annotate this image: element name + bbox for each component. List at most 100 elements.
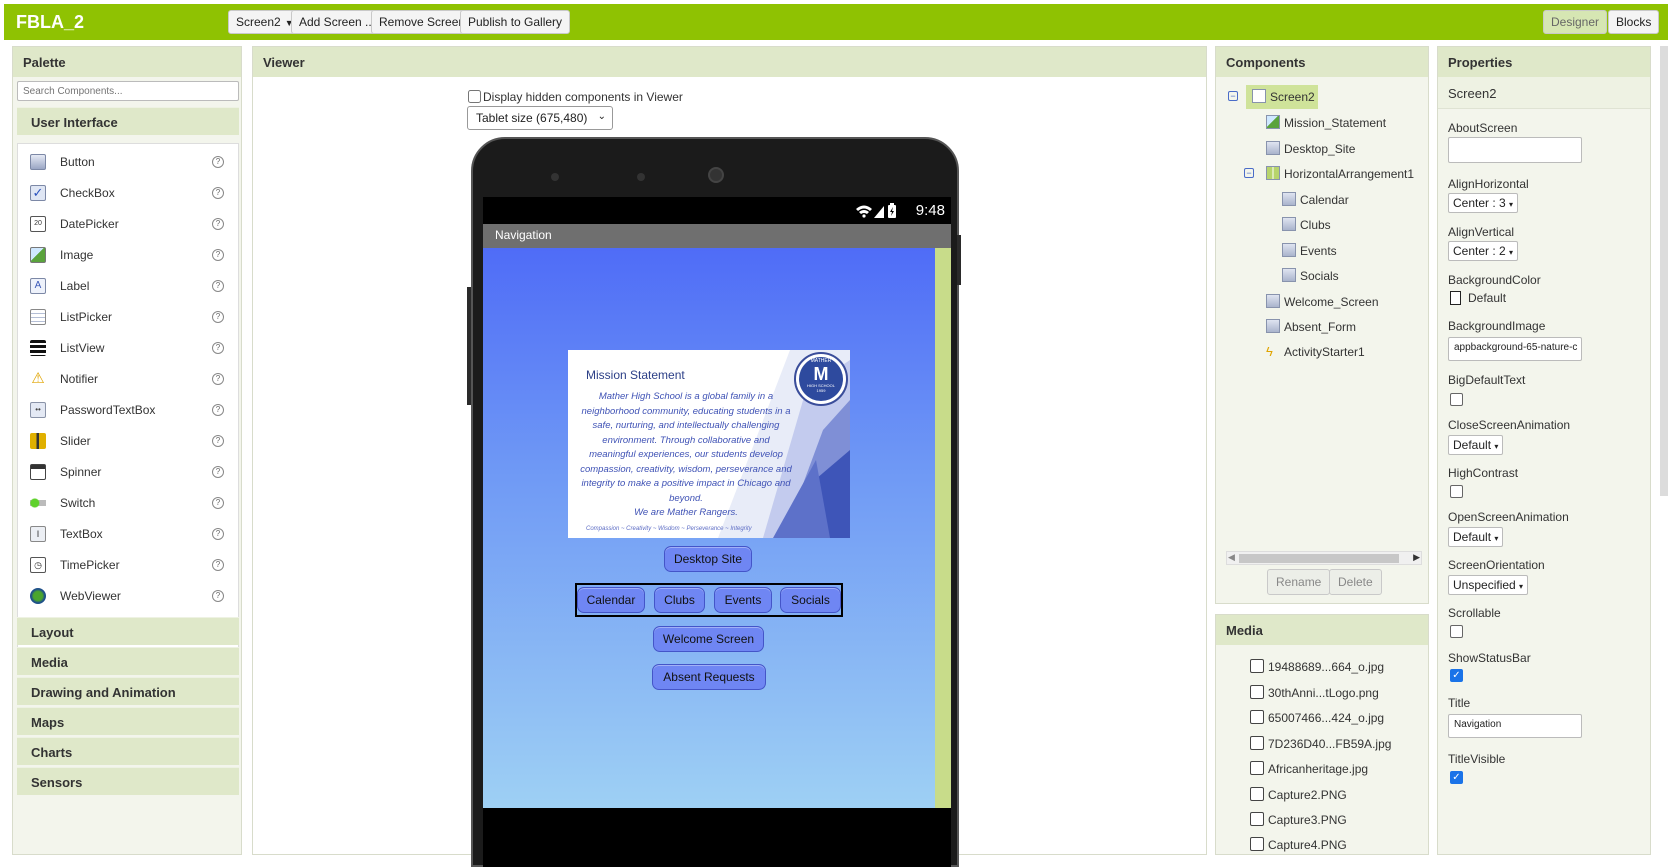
media-item[interactable]: 7D236D40...FB59A.jpg: [1250, 736, 1391, 751]
events-button[interactable]: Events: [714, 587, 772, 613]
highcontrast-checkbox[interactable]: [1450, 485, 1463, 498]
palette-item-spinner[interactable]: Spinner ?: [18, 458, 238, 489]
palette-item-image[interactable]: Image ?: [18, 241, 238, 272]
palette-item-button[interactable]: Button ?: [18, 148, 238, 179]
palette-item-timepicker[interactable]: ◷ TimePicker ?: [18, 551, 238, 582]
help-icon[interactable]: ?: [212, 187, 224, 199]
help-icon[interactable]: ?: [212, 249, 224, 261]
palette-item-listpicker[interactable]: ListPicker ?: [18, 303, 238, 334]
tree-mission-statement[interactable]: Mission_Statement: [1266, 115, 1386, 130]
palette-item-textbox[interactable]: I TextBox ?: [18, 520, 238, 551]
designer-button[interactable]: Designer: [1543, 10, 1608, 34]
palette-item-webviewer[interactable]: WebViewer ?: [18, 582, 238, 613]
backgroundimage-field[interactable]: appbackground-65-nature-c: [1448, 337, 1582, 361]
scrollable-checkbox[interactable]: [1450, 625, 1463, 638]
closescreenanimation-select[interactable]: Default ▾: [1448, 435, 1504, 455]
palette-item-slider[interactable]: Slider ?: [18, 427, 238, 458]
absent-requests-button[interactable]: Absent Requests: [652, 664, 766, 690]
scroll-thumb[interactable]: [1239, 554, 1399, 563]
showstatusbar-checkbox[interactable]: ✓: [1450, 669, 1463, 682]
help-icon[interactable]: ?: [212, 435, 224, 447]
help-icon[interactable]: ?: [212, 218, 224, 230]
tree-clubs[interactable]: Clubs: [1282, 217, 1331, 232]
screenorientation-select[interactable]: Unspecified ▾: [1448, 575, 1529, 595]
palette-item-label[interactable]: A Label ?: [18, 272, 238, 303]
socials-button[interactable]: Socials: [780, 587, 841, 613]
components-hscrollbar[interactable]: ◀ ▶: [1226, 551, 1422, 565]
openscreenanimation-select[interactable]: Default ▾: [1448, 527, 1504, 547]
tree-socials[interactable]: Socials: [1282, 268, 1339, 283]
aboutscreen-textarea[interactable]: [1448, 137, 1582, 163]
delete-button[interactable]: Delete: [1329, 569, 1382, 595]
alignvertical-select[interactable]: Center : 2 ▾: [1448, 241, 1519, 261]
media-item[interactable]: Capture2.PNG: [1250, 787, 1347, 802]
palette-item-listview[interactable]: ListView ?: [18, 334, 238, 365]
alignhorizontal-select[interactable]: Center : 3 ▾: [1448, 193, 1519, 213]
palette-item-switch[interactable]: Switch ?: [18, 489, 238, 520]
publish-gallery-button[interactable]: Publish to Gallery: [460, 10, 571, 34]
help-icon[interactable]: ?: [212, 404, 224, 416]
help-icon[interactable]: ?: [212, 528, 224, 540]
help-icon[interactable]: ?: [212, 497, 224, 509]
tree-welcome-screen[interactable]: Welcome_Screen: [1266, 294, 1379, 309]
media-item[interactable]: 65007466...424_o.jpg: [1250, 710, 1384, 725]
tree-screen2[interactable]: Screen2: [1252, 89, 1315, 104]
backgroundcolor-value[interactable]: Default: [1468, 291, 1506, 305]
remove-screen-button[interactable]: Remove Screen: [371, 10, 474, 34]
palette-item-datepicker[interactable]: 20 DatePicker ?: [18, 210, 238, 241]
category-sensors[interactable]: Sensors: [17, 767, 239, 795]
display-hidden-checkbox[interactable]: [468, 90, 481, 103]
help-icon[interactable]: ?: [212, 342, 224, 354]
help-icon[interactable]: ?: [212, 559, 224, 571]
category-maps[interactable]: Maps: [17, 707, 239, 735]
palette-item-checkbox[interactable]: ✓ CheckBox ?: [18, 179, 238, 210]
help-icon[interactable]: ?: [212, 590, 224, 602]
collapse-icon[interactable]: −: [1244, 168, 1254, 178]
desktop-site-button[interactable]: Desktop Site: [664, 546, 752, 572]
media-item[interactable]: 30thAnni...tLogo.png: [1250, 685, 1379, 700]
category-media[interactable]: Media: [17, 647, 239, 675]
select-value: Default: [1453, 530, 1492, 544]
tree-calendar[interactable]: Calendar: [1282, 192, 1349, 207]
welcome-screen-button[interactable]: Welcome Screen: [653, 626, 764, 652]
blocks-button[interactable]: Blocks: [1608, 10, 1660, 34]
help-icon[interactable]: ?: [212, 466, 224, 478]
titlevisible-checkbox[interactable]: ✓: [1450, 771, 1463, 784]
palette-item-notifier[interactable]: ⚠ Notifier ?: [18, 365, 238, 396]
media-item[interactable]: 19488689...664_o.jpg: [1250, 659, 1384, 674]
palette-item-passwordtextbox[interactable]: •• PasswordTextBox ?: [18, 396, 238, 427]
page-scrollbar[interactable]: [1660, 46, 1668, 496]
display-hidden-row[interactable]: Display hidden components in Viewer: [468, 90, 683, 104]
bigdefaulttext-checkbox[interactable]: [1450, 393, 1463, 406]
category-layout[interactable]: Layout: [17, 617, 239, 645]
title-field[interactable]: Navigation: [1448, 714, 1582, 738]
rename-button[interactable]: Rename: [1267, 569, 1331, 595]
scroll-left-icon[interactable]: ◀: [1228, 552, 1235, 563]
category-charts[interactable]: Charts: [17, 737, 239, 765]
category-drawing-animation[interactable]: Drawing and Animation: [17, 677, 239, 705]
help-icon[interactable]: ?: [212, 280, 224, 292]
tree-events[interactable]: Events: [1282, 243, 1337, 258]
tree-horizontal-arrangement[interactable]: HorizontalArrangement1: [1266, 166, 1414, 181]
category-user-interface[interactable]: User Interface: [17, 107, 239, 135]
tree-desktop-site[interactable]: Desktop_Site: [1266, 141, 1355, 156]
tree-activity-starter[interactable]: ϟ ActivityStarter1: [1266, 344, 1365, 359]
media-item[interactable]: Capture4.PNG: [1250, 837, 1347, 852]
tree-absent-form[interactable]: Absent_Form: [1266, 319, 1356, 334]
help-icon[interactable]: ?: [212, 156, 224, 168]
password-icon: ••: [30, 402, 46, 418]
help-icon[interactable]: ?: [212, 311, 224, 323]
color-swatch[interactable]: [1450, 291, 1461, 305]
device-size-select[interactable]: Tablet size (675,480) ⌄: [467, 106, 613, 130]
clubs-button[interactable]: Clubs: [654, 587, 705, 613]
media-item[interactable]: Africanheritage.jpg: [1250, 761, 1368, 776]
add-screen-button[interactable]: Add Screen ...: [291, 10, 384, 34]
scroll-right-icon[interactable]: ▶: [1413, 552, 1420, 563]
calendar-button[interactable]: Calendar: [577, 587, 645, 613]
palette-item-label: DatePicker: [60, 217, 119, 231]
help-icon[interactable]: ?: [212, 373, 224, 385]
media-item[interactable]: Capture3.PNG: [1250, 812, 1347, 827]
collapse-icon[interactable]: −: [1228, 91, 1238, 101]
palette-search-input[interactable]: [17, 81, 239, 101]
mission-statement-image[interactable]: MATHER M HIGH SCHOOL 1959 Mission Statem…: [568, 350, 850, 538]
